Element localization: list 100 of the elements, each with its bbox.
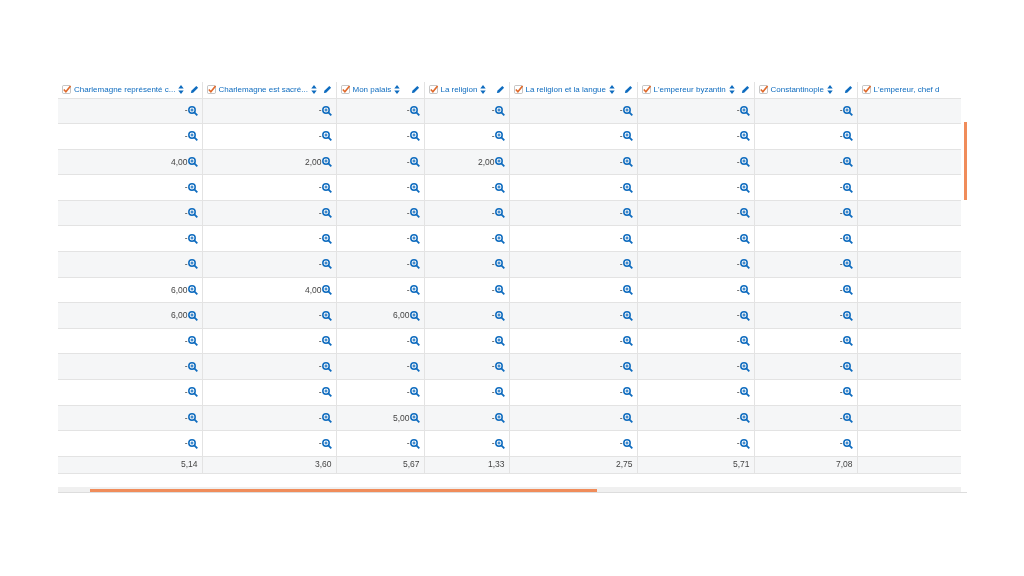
zoom-in-icon[interactable] — [409, 438, 420, 449]
column-header-link[interactable]: La religion et la langue — [525, 83, 606, 96]
zoom-in-icon[interactable] — [622, 438, 633, 449]
pencil-icon[interactable] — [190, 85, 200, 95]
zoom-in-icon[interactable] — [842, 310, 853, 321]
zoom-in-icon[interactable] — [321, 259, 332, 270]
zoom-in-icon[interactable] — [494, 387, 505, 398]
zoom-in-icon[interactable] — [409, 131, 420, 142]
zoom-in-icon[interactable] — [187, 336, 198, 347]
zoom-in-icon[interactable] — [739, 387, 750, 398]
zoom-in-icon[interactable] — [842, 259, 853, 270]
pencil-icon[interactable] — [623, 85, 633, 95]
column-header-link[interactable]: Constantinople — [770, 83, 824, 96]
checkbox[interactable] — [513, 85, 523, 95]
zoom-in-icon[interactable] — [321, 387, 332, 398]
zoom-in-icon[interactable] — [409, 412, 420, 423]
zoom-in-icon[interactable] — [842, 182, 853, 193]
sort-icon[interactable] — [310, 85, 317, 95]
zoom-in-icon[interactable] — [321, 412, 332, 423]
pencil-icon[interactable] — [495, 85, 505, 95]
zoom-in-icon[interactable] — [739, 157, 750, 167]
zoom-in-icon[interactable] — [494, 208, 505, 219]
zoom-in-icon[interactable] — [321, 361, 332, 372]
zoom-in-icon[interactable] — [622, 182, 633, 193]
zoom-in-icon[interactable] — [321, 336, 332, 347]
checkbox[interactable] — [62, 85, 71, 95]
zoom-in-icon[interactable] — [321, 157, 332, 167]
vertical-scrollbar-thumb[interactable] — [964, 122, 967, 200]
zoom-in-icon[interactable] — [187, 387, 198, 398]
zoom-in-icon[interactable] — [409, 259, 420, 270]
zoom-in-icon[interactable] — [739, 412, 750, 423]
zoom-in-icon[interactable] — [739, 233, 750, 244]
zoom-in-icon[interactable] — [321, 208, 332, 219]
pencil-icon[interactable] — [740, 85, 750, 95]
zoom-in-icon[interactable] — [187, 157, 198, 167]
zoom-in-icon[interactable] — [739, 361, 750, 372]
zoom-in-icon[interactable] — [622, 387, 633, 398]
zoom-in-icon[interactable] — [842, 438, 853, 449]
zoom-in-icon[interactable] — [187, 131, 198, 142]
zoom-in-icon[interactable] — [187, 208, 198, 219]
zoom-in-icon[interactable] — [187, 438, 198, 449]
zoom-in-icon[interactable] — [409, 157, 420, 167]
zoom-in-icon[interactable] — [494, 131, 505, 142]
zoom-in-icon[interactable] — [622, 336, 633, 347]
column-header-link[interactable]: Charlemagne est sacré... — [218, 83, 308, 96]
pencil-icon[interactable] — [322, 85, 332, 95]
zoom-in-icon[interactable] — [409, 361, 420, 372]
zoom-in-icon[interactable] — [494, 336, 505, 347]
zoom-in-icon[interactable] — [739, 438, 750, 449]
zoom-in-icon[interactable] — [842, 131, 853, 142]
zoom-in-icon[interactable] — [622, 284, 633, 295]
zoom-in-icon[interactable] — [622, 259, 633, 270]
zoom-in-icon[interactable] — [321, 182, 332, 193]
zoom-in-icon[interactable] — [494, 438, 505, 449]
sort-icon[interactable] — [826, 85, 833, 95]
zoom-in-icon[interactable] — [494, 259, 505, 270]
zoom-in-icon[interactable] — [321, 233, 332, 244]
zoom-in-icon[interactable] — [321, 310, 332, 321]
checkbox[interactable] — [340, 85, 350, 95]
zoom-in-icon[interactable] — [622, 310, 633, 321]
zoom-in-icon[interactable] — [622, 131, 633, 142]
zoom-in-icon[interactable] — [409, 336, 420, 347]
sort-icon[interactable] — [394, 85, 401, 95]
zoom-in-icon[interactable] — [622, 412, 633, 423]
zoom-in-icon[interactable] — [842, 336, 853, 347]
zoom-in-icon[interactable] — [622, 105, 633, 116]
zoom-in-icon[interactable] — [842, 105, 853, 116]
zoom-in-icon[interactable] — [187, 182, 198, 193]
zoom-in-icon[interactable] — [842, 157, 853, 167]
zoom-in-icon[interactable] — [187, 412, 198, 423]
zoom-in-icon[interactable] — [494, 157, 505, 167]
zoom-in-icon[interactable] — [842, 284, 853, 295]
column-header-link[interactable]: L'empereur, chef d — [873, 83, 940, 96]
pencil-icon[interactable] — [843, 85, 853, 95]
zoom-in-icon[interactable] — [187, 310, 198, 321]
pencil-icon[interactable] — [410, 85, 420, 95]
zoom-in-icon[interactable] — [739, 208, 750, 219]
zoom-in-icon[interactable] — [321, 105, 332, 116]
zoom-in-icon[interactable] — [739, 336, 750, 347]
checkbox[interactable] — [758, 85, 768, 95]
zoom-in-icon[interactable] — [739, 284, 750, 295]
zoom-in-icon[interactable] — [494, 105, 505, 116]
zoom-in-icon[interactable] — [494, 182, 505, 193]
zoom-in-icon[interactable] — [187, 105, 198, 116]
zoom-in-icon[interactable] — [739, 131, 750, 142]
zoom-in-icon[interactable] — [409, 233, 420, 244]
column-header-link[interactable]: La religion — [440, 83, 478, 96]
zoom-in-icon[interactable] — [409, 105, 420, 116]
zoom-in-icon[interactable] — [494, 412, 505, 423]
column-header-link[interactable]: Mon palais — [352, 83, 392, 96]
zoom-in-icon[interactable] — [409, 182, 420, 193]
checkbox[interactable] — [428, 85, 438, 95]
checkbox[interactable] — [641, 85, 651, 95]
zoom-in-icon[interactable] — [321, 438, 332, 449]
zoom-in-icon[interactable] — [842, 412, 853, 423]
zoom-in-icon[interactable] — [409, 284, 420, 295]
horizontal-scrollbar-thumb[interactable] — [90, 489, 597, 492]
checkbox[interactable] — [861, 85, 871, 95]
zoom-in-icon[interactable] — [622, 233, 633, 244]
zoom-in-icon[interactable] — [622, 208, 633, 219]
